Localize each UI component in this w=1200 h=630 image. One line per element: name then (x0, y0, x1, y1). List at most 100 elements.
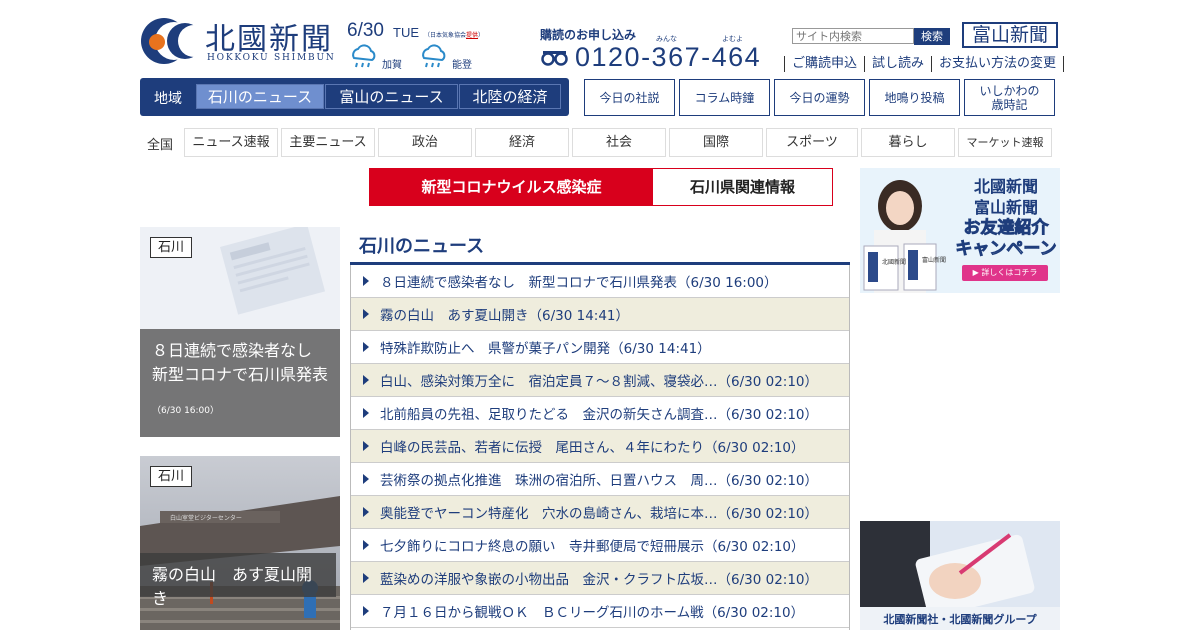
arrow-right-icon (363, 309, 369, 319)
news-item[interactable]: 藍染めの洋服や象嵌の小物出品 金沢・クラフト広坂…（6/30 02:10） (351, 562, 849, 595)
news-item-title: 白峰の民芸品、若者に伝授 尾田さん、４年にわたり（6/30 02:10） (380, 440, 805, 456)
friend-referral-campaign-ad[interactable]: 北國新聞 富山新聞 北國新聞 富山新聞 お友達紹介 キャンペーン ▶ 詳しくはコ… (860, 168, 1060, 293)
corona-banner-left: 新型コロナウイルス感染症 (370, 169, 653, 205)
rain-cloud-icon[interactable] (348, 44, 378, 70)
news-item[interactable]: 特殊詐欺防止へ 県警が菓子パン開発（6/30 14:41） (351, 331, 849, 364)
site-search-input[interactable] (792, 28, 914, 44)
logo-subtitle: HOKKOKU SHIMBUN (207, 53, 336, 63)
feature-caption[interactable]: 霧の白山 あす夏山開き (140, 553, 336, 608)
feature-region-tag: 石川 (150, 466, 193, 487)
weather-credit: （日本気象協会提供） (424, 32, 485, 39)
feature-caption-line: 新型コロナで石川県発表 (152, 365, 329, 384)
tab-hokuriku-economy[interactable]: 北陸の経済 (459, 84, 561, 109)
category-society[interactable]: 社会 (572, 128, 666, 157)
feature-region-tag: 石川 (150, 237, 193, 258)
region-nav-label: 地域 (154, 91, 182, 107)
free-dial-icon (541, 51, 568, 66)
arrow-right-icon (363, 375, 369, 385)
button-horoscope[interactable]: 今日の運勢 (774, 79, 865, 116)
feature-caption-line: ８日連続で感染者なし (152, 341, 313, 360)
category-nav-label: 全国 (147, 138, 174, 153)
news-item[interactable]: 芸術祭の拠点化推進 珠洲の宿泊所、日置ハウス 周…（6/30 02:10） (351, 463, 849, 496)
seasonal-notes-line1: いしかわの (979, 83, 1040, 98)
category-politics[interactable]: 政治 (378, 128, 472, 157)
arrow-right-icon (363, 408, 369, 418)
news-item-title: ８日連続で感染者なし 新型コロナで石川県発表（6/30 16:00） (380, 275, 778, 291)
corona-banner-right: 石川県関連情報 (689, 178, 795, 196)
tab-toyama-news[interactable]: 富山のニュース (325, 84, 458, 109)
button-reader-posts[interactable]: 地鳴り投稿 (869, 79, 960, 116)
seasonal-notes-line2: 歳時記 (991, 97, 1028, 112)
arrow-right-icon (363, 474, 369, 484)
campaign-line: お友達紹介 (963, 218, 1049, 239)
rain-cloud-icon[interactable] (418, 44, 448, 70)
button-seasonal-notes[interactable]: いしかわの 歳時記 (964, 79, 1055, 116)
category-sports[interactable]: スポーツ (766, 128, 858, 157)
subscribe-title: 購読のお申し込み (540, 28, 637, 42)
news-item-title: 七夕飾りにコロナ終息の願い 寺井郵便局で短冊展示（6/30 02:10） (380, 539, 805, 555)
subscribe-links: ご購読申込 試し読み お支払い方法の変更 (784, 56, 1065, 72)
weather-credit-link[interactable]: 提供 (466, 32, 478, 39)
link-subscribe[interactable]: ご購読申込 (784, 56, 864, 72)
corona-info-banner[interactable]: 新型コロナウイルス感染症 石川県関連情報 (369, 168, 833, 206)
feature-card[interactable]: 石川 ８日連続で感染者なし 新型コロナで石川県発表 （6/30 16:00） (140, 227, 340, 437)
site-search-button[interactable]: 検索 (914, 28, 950, 45)
link-payment[interactable]: お支払い方法の変更 (931, 56, 1065, 72)
tab-ishikawa-news[interactable]: 石川のニュース (196, 84, 324, 109)
weather-place-kaga: 加賀 (382, 60, 402, 71)
news-item-title: ７月１６日から観戦ＯＫ ＢＣリーグ石川のホーム戦（6/30 02:10） (380, 605, 805, 621)
feature-caption[interactable]: ８日連続で感染者なし 新型コロナで石川県発表 （6/30 16:00） (140, 329, 340, 437)
category-economy[interactable]: 経済 (475, 128, 569, 157)
subscribe-phone-number[interactable]: 0120-367-464 (575, 42, 761, 73)
group-banner-ad[interactable]: 北國新聞社・北國新聞グループ (860, 521, 1060, 630)
news-section-title: 石川のニュース (359, 236, 485, 257)
news-item[interactable]: 霧の白山 あす夏山開き（6/30 14:41） (351, 298, 849, 331)
toyama-shimbun-link[interactable]: 富山新聞 (962, 22, 1058, 48)
news-item-title: 霧の白山 あす夏山開き（6/30 14:41） (380, 308, 630, 324)
arrow-right-icon (363, 441, 369, 451)
feature-card[interactable]: 白山室堂ビジターセンター 石川 霧の白山 あす夏山開き (140, 456, 340, 630)
news-item-title: 特殊詐欺防止へ 県警が菓子パン開発（6/30 14:41） (380, 341, 711, 357)
news-item[interactable]: 七夕飾りにコロナ終息の願い 寺井郵便局で短冊展示（6/30 02:10） (351, 529, 849, 562)
arrow-right-icon (363, 606, 369, 616)
news-item-title: 芸術祭の拠点化推進 珠洲の宿泊所、日置ハウス 周…（6/30 02:10） (380, 473, 819, 489)
news-list: ８日連続で感染者なし 新型コロナで石川県発表（6/30 16:00） 霧の白山 … (350, 265, 850, 630)
current-date: 6/30 (347, 20, 384, 41)
news-item[interactable]: ７月１６日から観戦ＯＫ ＢＣリーグ石川のホーム戦（6/30 02:10） (351, 595, 849, 628)
building-sign: 白山室堂ビジターセンター (170, 514, 242, 522)
paper-masthead-hokkoku: 北國新聞 (882, 258, 906, 266)
campaign-line: 富山新聞 (973, 198, 1038, 217)
current-weekday: TUE (393, 25, 419, 40)
news-item[interactable]: 奥能登でヤーコン特産化 穴水の島崎さん、栽培に本…（6/30 02:10） (351, 496, 849, 529)
weather-place-noto: 能登 (452, 60, 472, 71)
link-trial[interactable]: 試し読み (864, 56, 931, 72)
logo-title: 北國新聞 (205, 22, 333, 57)
campaign-line: 北國新聞 (973, 177, 1038, 196)
news-item[interactable]: 北前船員の先祖、足取りたどる 金沢の新矢さん調査…（6/30 02:10） (351, 397, 849, 430)
paper-masthead-toyama: 富山新聞 (922, 256, 946, 264)
news-item-title: 白山、感染対策万全に 宿泊定員７～８割減、寝袋必…（6/30 02:10） (380, 374, 819, 390)
arrow-right-icon (363, 507, 369, 517)
campaign-cta-button[interactable]: ▶ 詳しくはコチラ (962, 265, 1048, 281)
feature-time: （6/30 16:00） (152, 406, 220, 416)
arrow-right-icon (363, 540, 369, 550)
campaign-line: キャンペーン (955, 239, 1057, 260)
arrow-right-icon (363, 342, 369, 352)
news-item-title: 奥能登でヤーコン特産化 穴水の島崎さん、栽培に本…（6/30 02:10） (380, 506, 819, 522)
category-top-news[interactable]: 主要ニュース (281, 128, 375, 157)
news-item[interactable]: 白山、感染対策万全に 宿泊定員７～８割減、寝袋必…（6/30 02:10） (351, 364, 849, 397)
news-item-title: 藍染めの洋服や象嵌の小物出品 金沢・クラフト広坂…（6/30 02:10） (380, 572, 819, 588)
campaign-headline: 北國新聞 富山新聞 お友達紹介 キャンペーン (954, 176, 1058, 260)
button-column-jisho[interactable]: コラム時鐘 (679, 79, 770, 116)
news-item[interactable]: 白峰の民芸品、若者に伝授 尾田さん、４年にわたり（6/30 02:10） (351, 430, 849, 463)
button-editorial[interactable]: 今日の社説 (584, 79, 675, 116)
category-international[interactable]: 国際 (669, 128, 763, 157)
news-item-title: 北前船員の先祖、足取りたどる 金沢の新矢さん調査…（6/30 02:10） (380, 407, 819, 423)
feature-caption-line: 霧の白山 あす夏山開き (152, 565, 313, 608)
group-banner-label: 北國新聞社・北國新聞グループ (883, 613, 1037, 626)
category-life[interactable]: 暮らし (861, 128, 955, 157)
category-breaking-news[interactable]: ニュース速報 (184, 128, 278, 157)
category-market[interactable]: マーケット速報 (958, 128, 1052, 157)
news-item[interactable]: ８日連続で感染者なし 新型コロナで石川県発表（6/30 16:00） (351, 265, 849, 298)
arrow-right-icon (363, 573, 369, 583)
